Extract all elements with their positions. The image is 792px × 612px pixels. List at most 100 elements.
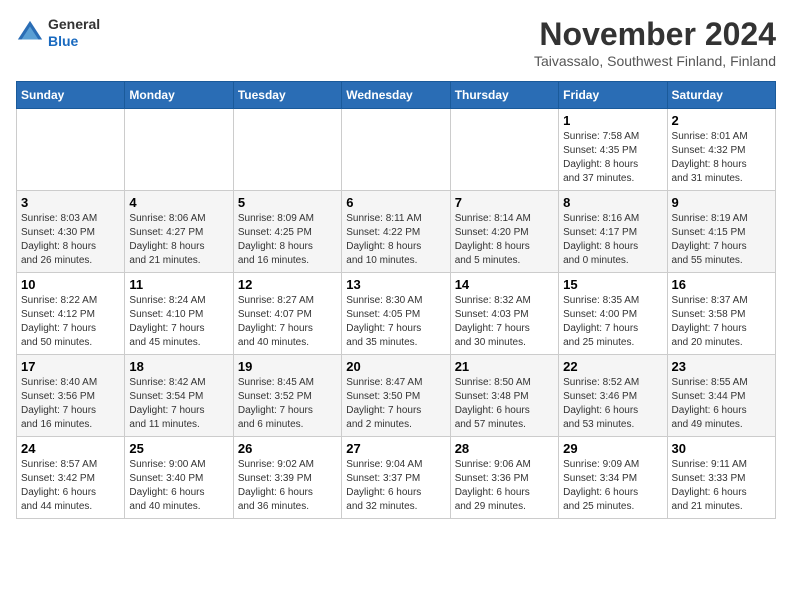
calendar-cell: 5 Sunrise: 8:09 AM Sunset: 4:25 PM Daylig… <box>233 191 341 273</box>
logo-text: General Blue <box>48 16 100 50</box>
day-number: 6 <box>346 195 445 210</box>
calendar-cell: 18 Sunrise: 8:42 AM Sunset: 3:54 PM Dayli… <box>125 355 233 437</box>
calendar-cell: 3 Sunrise: 8:03 AM Sunset: 4:30 PM Daylig… <box>17 191 125 273</box>
calendar-cell: 9 Sunrise: 8:19 AM Sunset: 4:15 PM Daylig… <box>667 191 775 273</box>
calendar-cell: 8Sunrise: 8:16 AM Sunset: 4:17 PM Daylig… <box>559 191 667 273</box>
day-number: 29 <box>563 441 662 456</box>
calendar-cell: 14 Sunrise: 8:32 AM Sunset: 4:03 PM Dayli… <box>450 273 558 355</box>
calendar-week-4: 17 Sunrise: 8:40 AM Sunset: 3:56 PM Dayli… <box>17 355 776 437</box>
day-number: 19 <box>238 359 337 374</box>
day-info: Sunrise: 8:42 AM Sunset: 3:54 PM Dayligh… <box>129 376 228 432</box>
calendar-cell <box>233 109 341 191</box>
day-number: 12 <box>238 277 337 292</box>
calendar-cell: 17 Sunrise: 8:40 AM Sunset: 3:56 PM Dayli… <box>17 355 125 437</box>
day-number: 28 <box>455 441 554 456</box>
calendar-week-1: 1 Sunrise: 7:58 AM Sunset: 4:35 PM Daylig… <box>17 109 776 191</box>
calendar-cell: 21Sunrise: 8:50 AM Sunset: 3:48 PM Dayli… <box>450 355 558 437</box>
day-number: 1 <box>563 113 662 128</box>
calendar-cell: 12 Sunrise: 8:27 AM Sunset: 4:07 PM Dayli… <box>233 273 341 355</box>
day-info: Sunrise: 9:04 AM Sunset: 3:37 PM Dayligh… <box>346 458 445 514</box>
calendar-cell: 16Sunrise: 8:37 AM Sunset: 3:58 PM Dayli… <box>667 273 775 355</box>
calendar-cell: 24Sunrise: 8:57 AM Sunset: 3:42 PM Dayli… <box>17 437 125 519</box>
day-info: Sunrise: 8:35 AM Sunset: 4:00 PM Dayligh… <box>563 294 662 350</box>
calendar-cell: 29Sunrise: 9:09 AM Sunset: 3:34 PM Dayli… <box>559 437 667 519</box>
day-info: Sunrise: 8:37 AM Sunset: 3:58 PM Dayligh… <box>672 294 771 350</box>
day-number: 25 <box>129 441 228 456</box>
calendar-cell: 10 Sunrise: 8:22 AM Sunset: 4:12 PM Dayli… <box>17 273 125 355</box>
calendar-cell <box>17 109 125 191</box>
day-info: Sunrise: 8:47 AM Sunset: 3:50 PM Dayligh… <box>346 376 445 432</box>
day-number: 24 <box>21 441 120 456</box>
calendar-cell: 22Sunrise: 8:52 AM Sunset: 3:46 PM Dayli… <box>559 355 667 437</box>
header-cell-wednesday: Wednesday <box>342 82 450 109</box>
day-number: 23 <box>672 359 771 374</box>
day-number: 18 <box>129 359 228 374</box>
page-header: General Blue November 2024 Taivassalo, S… <box>16 16 776 69</box>
calendar-cell: 27Sunrise: 9:04 AM Sunset: 3:37 PM Dayli… <box>342 437 450 519</box>
day-info: Sunrise: 8:24 AM Sunset: 4:10 PM Dayligh… <box>129 294 228 350</box>
day-info: Sunrise: 9:02 AM Sunset: 3:39 PM Dayligh… <box>238 458 337 514</box>
day-number: 21 <box>455 359 554 374</box>
day-info: Sunrise: 8:14 AM Sunset: 4:20 PM Dayligh… <box>455 212 554 268</box>
calendar-cell: 2 Sunrise: 8:01 AM Sunset: 4:32 PM Daylig… <box>667 109 775 191</box>
day-info: Sunrise: 8:40 AM Sunset: 3:56 PM Dayligh… <box>21 376 120 432</box>
day-info: Sunrise: 8:16 AM Sunset: 4:17 PM Dayligh… <box>563 212 662 268</box>
day-number: 4 <box>129 195 228 210</box>
day-number: 10 <box>21 277 120 292</box>
calendar-cell: 30 Sunrise: 9:11 AM Sunset: 3:33 PM Dayli… <box>667 437 775 519</box>
day-info: Sunrise: 7:58 AM Sunset: 4:35 PM Dayligh… <box>563 130 662 186</box>
day-info: Sunrise: 8:55 AM Sunset: 3:44 PM Dayligh… <box>672 376 771 432</box>
logo: General Blue <box>16 16 100 50</box>
day-number: 15 <box>563 277 662 292</box>
day-info: Sunrise: 8:32 AM Sunset: 4:03 PM Dayligh… <box>455 294 554 350</box>
day-number: 17 <box>21 359 120 374</box>
day-number: 3 <box>21 195 120 210</box>
day-info: Sunrise: 8:11 AM Sunset: 4:22 PM Dayligh… <box>346 212 445 268</box>
header-cell-thursday: Thursday <box>450 82 558 109</box>
calendar-cell: 15 Sunrise: 8:35 AM Sunset: 4:00 PM Dayli… <box>559 273 667 355</box>
calendar-cell <box>125 109 233 191</box>
calendar-cell: 4 Sunrise: 8:06 AM Sunset: 4:27 PM Daylig… <box>125 191 233 273</box>
day-info: Sunrise: 8:09 AM Sunset: 4:25 PM Dayligh… <box>238 212 337 268</box>
calendar-cell <box>342 109 450 191</box>
day-number: 30 <box>672 441 771 456</box>
calendar-cell: 19 Sunrise: 8:45 AM Sunset: 3:52 PM Dayli… <box>233 355 341 437</box>
day-number: 11 <box>129 277 228 292</box>
day-number: 5 <box>238 195 337 210</box>
day-info: Sunrise: 9:11 AM Sunset: 3:33 PM Dayligh… <box>672 458 771 514</box>
header-row: SundayMondayTuesdayWednesdayThursdayFrid… <box>17 82 776 109</box>
location-subtitle: Taivassalo, Southwest Finland, Finland <box>534 53 776 69</box>
calendar-cell: 20 Sunrise: 8:47 AM Sunset: 3:50 PM Dayli… <box>342 355 450 437</box>
header-cell-saturday: Saturday <box>667 82 775 109</box>
day-info: Sunrise: 8:45 AM Sunset: 3:52 PM Dayligh… <box>238 376 337 432</box>
day-info: Sunrise: 8:01 AM Sunset: 4:32 PM Dayligh… <box>672 130 771 186</box>
month-title: November 2024 <box>534 16 776 53</box>
day-info: Sunrise: 8:22 AM Sunset: 4:12 PM Dayligh… <box>21 294 120 350</box>
day-info: Sunrise: 8:06 AM Sunset: 4:27 PM Dayligh… <box>129 212 228 268</box>
calendar-cell: 26Sunrise: 9:02 AM Sunset: 3:39 PM Dayli… <box>233 437 341 519</box>
day-number: 20 <box>346 359 445 374</box>
day-number: 14 <box>455 277 554 292</box>
day-number: 2 <box>672 113 771 128</box>
day-info: Sunrise: 9:06 AM Sunset: 3:36 PM Dayligh… <box>455 458 554 514</box>
calendar-cell: 23 Sunrise: 8:55 AM Sunset: 3:44 PM Dayli… <box>667 355 775 437</box>
calendar-cell <box>450 109 558 191</box>
calendar-cell: 7Sunrise: 8:14 AM Sunset: 4:20 PM Daylig… <box>450 191 558 273</box>
header-cell-tuesday: Tuesday <box>233 82 341 109</box>
day-number: 9 <box>672 195 771 210</box>
calendar-cell: 28 Sunrise: 9:06 AM Sunset: 3:36 PM Dayli… <box>450 437 558 519</box>
day-info: Sunrise: 8:03 AM Sunset: 4:30 PM Dayligh… <box>21 212 120 268</box>
title-section: November 2024 Taivassalo, Southwest Finl… <box>534 16 776 69</box>
header-cell-friday: Friday <box>559 82 667 109</box>
calendar-week-3: 10 Sunrise: 8:22 AM Sunset: 4:12 PM Dayli… <box>17 273 776 355</box>
calendar-table: SundayMondayTuesdayWednesdayThursdayFrid… <box>16 81 776 519</box>
calendar-cell: 6 Sunrise: 8:11 AM Sunset: 4:22 PM Daylig… <box>342 191 450 273</box>
calendar-cell: 1 Sunrise: 7:58 AM Sunset: 4:35 PM Daylig… <box>559 109 667 191</box>
calendar-week-5: 24Sunrise: 8:57 AM Sunset: 3:42 PM Dayli… <box>17 437 776 519</box>
day-info: Sunrise: 9:00 AM Sunset: 3:40 PM Dayligh… <box>129 458 228 514</box>
calendar-cell: 13Sunrise: 8:30 AM Sunset: 4:05 PM Dayli… <box>342 273 450 355</box>
day-info: Sunrise: 8:19 AM Sunset: 4:15 PM Dayligh… <box>672 212 771 268</box>
day-info: Sunrise: 8:52 AM Sunset: 3:46 PM Dayligh… <box>563 376 662 432</box>
header-cell-monday: Monday <box>125 82 233 109</box>
day-info: Sunrise: 8:27 AM Sunset: 4:07 PM Dayligh… <box>238 294 337 350</box>
